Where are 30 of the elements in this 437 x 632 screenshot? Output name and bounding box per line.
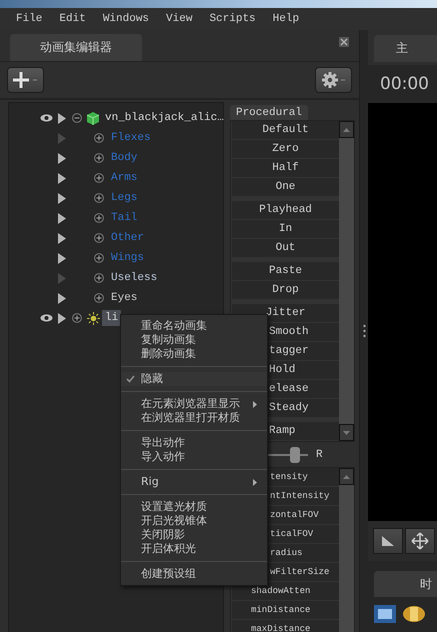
preset-button[interactable]: Drop [232, 281, 339, 299]
preset-button[interactable]: Half [232, 159, 339, 177]
menu-item[interactable]: 隐藏 [121, 372, 267, 386]
preset-button[interactable]: Out [232, 239, 339, 257]
preset-button[interactable]: Zero [232, 140, 339, 158]
menu-item[interactable]: Help [272, 13, 300, 25]
tree-item-label[interactable]: vn_blackjack_alic… [102, 110, 227, 126]
tree-item-label[interactable]: Useless [108, 270, 160, 286]
panel-tab[interactable]: 动画集编辑器 [10, 34, 142, 61]
menu-item[interactable]: Edit [59, 13, 86, 25]
menu-item[interactable]: File [16, 13, 42, 25]
menu-item[interactable]: Windows [102, 13, 150, 25]
preset-button[interactable]: Playhead [232, 201, 339, 219]
time-display: 00:00 [380, 74, 429, 94]
panel-tab[interactable]: 时 [374, 571, 437, 597]
tree-item-label[interactable]: li [102, 310, 122, 326]
preset-button[interactable]: One [232, 178, 339, 196]
menu-item[interactable]: 导入动作 [121, 450, 267, 464]
tree-item-label[interactable]: Eyes [108, 290, 140, 306]
preset-button[interactable]: Paste [232, 262, 339, 280]
panel-tab[interactable]: 主 [374, 35, 437, 62]
preset-button[interactable]: Default [232, 121, 339, 139]
attribute-item[interactable]: maxDistance [232, 620, 339, 632]
attribute-item[interactable]: minDistance [232, 601, 339, 619]
attribute-item[interactable]: shadowAtten [232, 582, 339, 600]
menu-item[interactable]: Scripts [209, 13, 256, 25]
preset-button[interactable]: In [232, 220, 339, 238]
slider-label: R [316, 448, 323, 460]
procedural-tab[interactable]: Procedural [230, 105, 308, 120]
menu-item[interactable]: View [166, 13, 192, 25]
